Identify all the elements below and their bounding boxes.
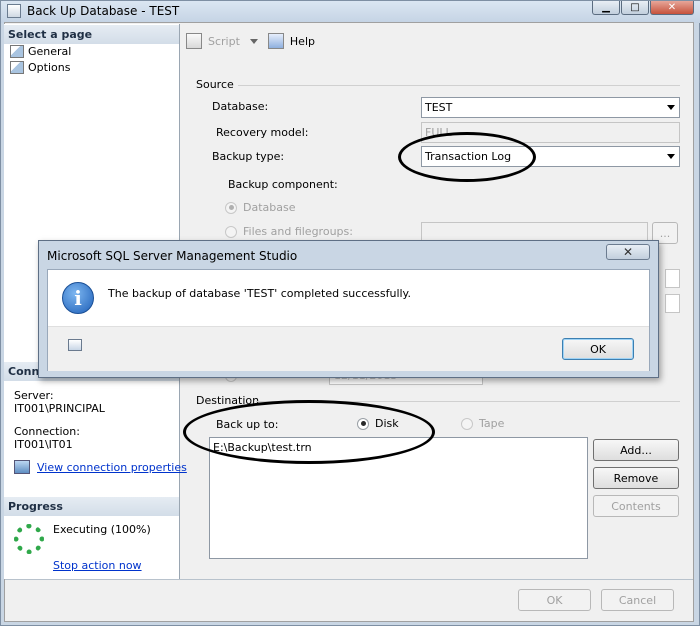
- component-database-label: Database: [243, 201, 296, 214]
- message-dialog-title: Microsoft SQL Server Management Studio: [47, 249, 298, 263]
- script-dropdown-icon[interactable]: [249, 38, 258, 44]
- disk-radio[interactable]: Disk: [357, 417, 399, 430]
- message-dialog: Microsoft SQL Server Management Studio ✕…: [38, 240, 659, 378]
- back-up-to-label: Back up to:: [216, 418, 279, 431]
- minimize-button[interactable]: ▁: [592, 1, 620, 15]
- database-value: TEST: [425, 101, 453, 114]
- remove-button[interactable]: Remove: [593, 467, 679, 489]
- component-files-radio[interactable]: Files and filegroups:: [225, 225, 353, 238]
- page-icon: [10, 61, 24, 74]
- radio-icon: [461, 417, 473, 430]
- database-label: Database:: [212, 100, 269, 113]
- source-section-label: Source: [196, 78, 234, 91]
- connection-value: IT001\IT01: [14, 438, 73, 451]
- page-general-label: General: [28, 45, 72, 58]
- message-dialog-footer: OK: [48, 326, 649, 371]
- message-dialog-close-button[interactable]: ✕: [606, 244, 650, 260]
- page-options-label: Options: [28, 61, 71, 74]
- obscured-field-1: [665, 269, 680, 288]
- toolbar: Script Help: [186, 30, 315, 52]
- chevron-down-icon: [667, 154, 675, 159]
- connection-label: Connection:: [14, 425, 80, 438]
- backup-component-label: Backup component:: [228, 178, 338, 191]
- chevron-down-icon: [667, 105, 675, 110]
- copy-icon[interactable]: [68, 339, 82, 351]
- close-button[interactable]: ✕: [650, 1, 694, 15]
- stop-action-link[interactable]: Stop action now: [53, 559, 142, 572]
- recovery-model-field: FULL: [421, 122, 680, 143]
- message-dialog-body: i The backup of database 'TEST' complete…: [47, 269, 650, 371]
- message-text: The backup of database 'TEST' completed …: [108, 287, 411, 300]
- message-ok-button[interactable]: OK: [562, 338, 634, 360]
- script-button[interactable]: Script: [208, 35, 240, 48]
- help-icon: [267, 33, 284, 49]
- help-button[interactable]: Help: [290, 35, 315, 48]
- tape-radio[interactable]: Tape: [461, 417, 504, 430]
- executing-status: Executing (100%): [53, 523, 151, 536]
- destination-path-item[interactable]: E:\Backup\test.trn: [210, 438, 587, 454]
- contents-button[interactable]: Contents: [593, 495, 679, 517]
- ok-button[interactable]: OK: [518, 589, 591, 611]
- info-icon: i: [62, 282, 94, 314]
- title-bar: Back Up Database - TEST ▁ □ ✕: [1, 1, 700, 23]
- maximize-button[interactable]: □: [621, 1, 649, 15]
- backup-type-value: Transaction Log: [425, 150, 512, 163]
- component-files-label: Files and filegroups:: [243, 225, 353, 238]
- close-icon: ✕: [622, 245, 634, 259]
- server-value: IT001\PRINCIPAL: [14, 402, 105, 415]
- radio-icon: [225, 201, 237, 214]
- add-button[interactable]: Add...: [593, 439, 679, 461]
- footer-divider: [5, 579, 693, 580]
- maximize-icon: □: [630, 2, 640, 13]
- recovery-model-label: Recovery model:: [216, 126, 309, 139]
- destination-divider: [256, 401, 680, 402]
- radio-selected-icon: [357, 417, 369, 430]
- destination-section-label: Destination: [196, 394, 260, 407]
- cancel-button[interactable]: Cancel: [601, 589, 674, 611]
- select-page-header: Select a page: [4, 25, 179, 44]
- source-divider: [238, 85, 680, 86]
- app-icon: [7, 4, 21, 18]
- connection-properties-icon: [14, 460, 30, 474]
- page-options[interactable]: Options: [10, 61, 70, 74]
- progress-header: Progress: [4, 497, 179, 516]
- window-title: Back Up Database - TEST: [27, 4, 180, 18]
- close-icon: ✕: [667, 2, 677, 13]
- view-connection-properties-link[interactable]: View connection properties: [37, 461, 187, 474]
- backup-type-select[interactable]: Transaction Log: [421, 146, 680, 167]
- backup-type-label: Backup type:: [212, 150, 285, 163]
- page-icon: [10, 45, 24, 58]
- script-icon: [186, 33, 202, 49]
- page-general[interactable]: General: [10, 45, 71, 58]
- server-label: Server:: [14, 389, 54, 402]
- tape-label: Tape: [479, 417, 505, 430]
- radio-icon: [225, 225, 237, 238]
- database-select[interactable]: TEST: [421, 97, 680, 118]
- destination-list[interactable]: E:\Backup\test.trn: [209, 437, 588, 559]
- disk-label: Disk: [375, 417, 399, 430]
- component-database-radio[interactable]: Database: [225, 201, 296, 214]
- obscured-field-2: [665, 294, 680, 313]
- minimize-icon: ▁: [602, 2, 610, 13]
- progress-spinner-icon: [14, 524, 44, 554]
